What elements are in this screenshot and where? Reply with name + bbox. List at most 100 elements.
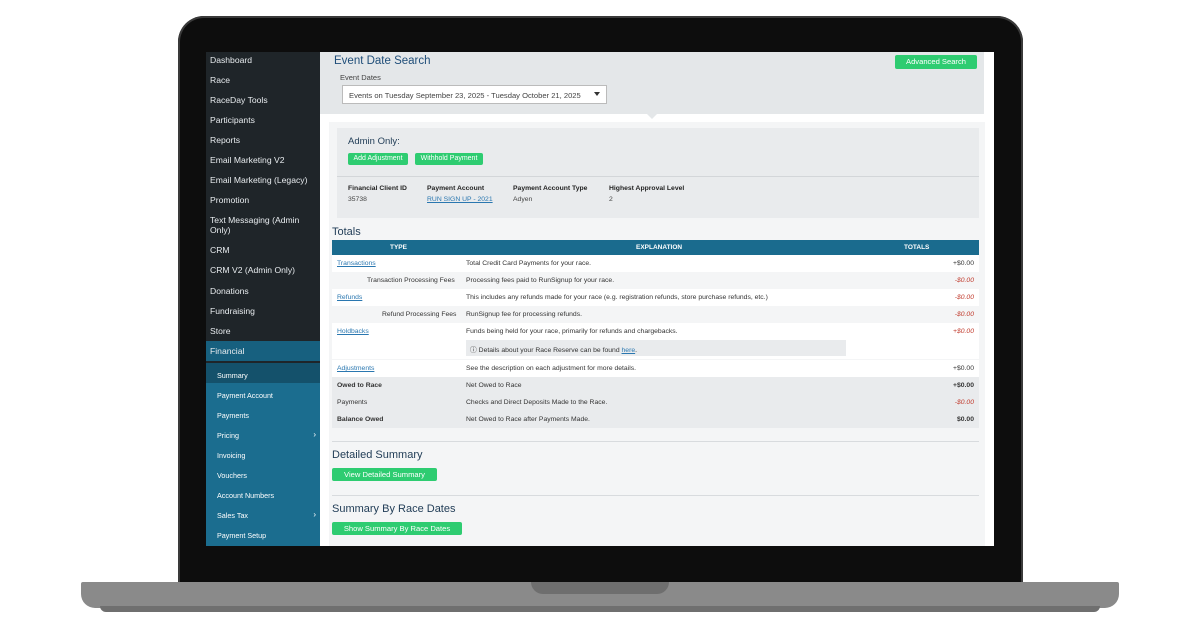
table-row: Payments Checks and Direct Deposits Made… — [332, 394, 979, 411]
event-dates-value: Events on Tuesday September 23, 2025 - T… — [349, 91, 581, 100]
submenu-item-payment-account[interactable]: Payment Account — [217, 391, 317, 400]
search-panel: Event Date Search Event Dates Events on … — [320, 52, 984, 114]
sidebar-item-financial[interactable]: Financial — [210, 346, 320, 356]
row-type-holdbacks[interactable]: Holdbacks — [337, 328, 369, 335]
sidebar: Dashboard Race RaceDay Tools Participant… — [206, 52, 320, 546]
row-total: -$0.00 — [954, 399, 974, 406]
laptop-base-shadow — [100, 606, 1100, 612]
advanced-search-button[interactable]: Advanced Search — [895, 55, 977, 69]
row-type: Owed to Race — [337, 382, 382, 389]
sidebar-item-raceday-tools[interactable]: RaceDay Tools — [210, 95, 320, 105]
row-total: -$0.00 — [954, 277, 974, 284]
table-row: Refund Processing Fees RunSignup fee for… — [332, 306, 979, 323]
column-header-type: TYPE — [390, 244, 407, 251]
sidebar-item-donations[interactable]: Donations — [210, 286, 320, 296]
financial-client-id-value: 35738 — [348, 196, 367, 203]
table-row: Balance Owed Net Owed to Race after Paym… — [332, 411, 979, 428]
chevron-right-icon: › — [313, 510, 316, 519]
table-row: Adjustments See the description on each … — [332, 360, 979, 377]
info-note: ⓘ Details about your Race Reserve can be… — [470, 347, 638, 354]
row-explanation: Net Owed to Race after Payments Made. — [466, 416, 590, 423]
sidebar-item-email-marketing-v2[interactable]: Email Marketing V2 — [210, 155, 320, 165]
add-adjustment-button[interactable]: Add Adjustment — [348, 153, 408, 165]
admin-title: Admin Only: — [348, 136, 400, 147]
screen: Dashboard Race RaceDay Tools Participant… — [206, 52, 994, 546]
highest-approval-level-label: Highest Approval Level — [609, 185, 685, 192]
sidebar-item-reports[interactable]: Reports — [210, 135, 320, 145]
row-explanation: Funds being held for your race, primaril… — [466, 328, 678, 335]
sidebar-item-store[interactable]: Store — [210, 326, 320, 336]
table-row: Owed to Race Net Owed to Race +$0.00 — [332, 377, 979, 394]
laptop-notch — [531, 582, 669, 594]
row-type-refunds[interactable]: Refunds — [337, 294, 362, 301]
detailed-summary-title: Detailed Summary — [332, 449, 423, 461]
financial-client-id-label: Financial Client ID — [348, 185, 407, 192]
sidebar-item-crm-v2[interactable]: CRM V2 (Admin Only) — [210, 265, 320, 275]
financial-submenu: Summary Payment Account Payments Pricing… — [206, 363, 320, 546]
row-total: +$0.00 — [953, 260, 974, 267]
withhold-payment-button[interactable]: Withhold Payment — [415, 153, 483, 165]
table-row: Transaction Processing Fees Processing f… — [332, 272, 979, 289]
totals-title: Totals — [332, 226, 361, 238]
submenu-item-pricing[interactable]: Pricing — [217, 431, 317, 440]
submenu-item-invoicing[interactable]: Invoicing — [217, 451, 317, 460]
panel-pointer — [646, 113, 658, 119]
submenu-item-sales-tax[interactable]: Sales Tax — [217, 511, 317, 520]
chevron-right-icon: › — [313, 430, 316, 439]
sidebar-item-promotion[interactable]: Promotion — [210, 195, 320, 205]
totals-table-header: TYPE EXPLANATION TOTALS — [332, 240, 979, 255]
payment-account-type-label: Payment Account Type — [513, 185, 588, 192]
main-content: Event Date Search Event Dates Events on … — [320, 52, 994, 546]
race-reserve-note: ⓘ Details about your Race Reserve can be… — [466, 340, 846, 356]
sidebar-item-crm[interactable]: CRM — [210, 245, 320, 255]
row-explanation: See the description on each adjustment f… — [466, 365, 637, 372]
chevron-down-icon — [594, 92, 600, 96]
row-type-transactions[interactable]: Transactions — [337, 260, 376, 267]
table-row: Refunds This includes any refunds made f… — [332, 289, 979, 306]
sidebar-item-race[interactable]: Race — [210, 75, 320, 85]
sidebar-item-text-messaging[interactable]: Text Messaging (Admin Only) — [210, 215, 320, 235]
row-explanation: Net Owed to Race — [466, 382, 522, 389]
table-row: Transactions Total Credit Card Payments … — [332, 255, 979, 272]
admin-box: Admin Only: Add Adjustment Withhold Paym… — [337, 128, 979, 218]
row-total: -$0.00 — [954, 294, 974, 301]
payment-account-label: Payment Account — [427, 185, 485, 192]
row-total: +$0.00 — [953, 365, 974, 372]
row-type: Transaction Processing Fees — [367, 277, 455, 284]
event-dates-select[interactable]: Events on Tuesday September 23, 2025 - T… — [342, 85, 607, 104]
row-type: Refund Processing Fees — [382, 311, 457, 318]
highest-approval-level-value: 2 — [609, 196, 613, 203]
submenu-item-vouchers[interactable]: Vouchers — [217, 471, 317, 480]
row-type: Balance Owed — [337, 416, 384, 423]
summary-content: Admin Only: Add Adjustment Withhold Paym… — [329, 122, 985, 546]
sidebar-item-participants[interactable]: Participants — [210, 115, 320, 125]
section-divider — [332, 495, 979, 496]
sidebar-item-dashboard[interactable]: Dashboard — [210, 55, 320, 65]
sidebar-item-email-marketing-legacy[interactable]: Email Marketing (Legacy) — [210, 175, 320, 185]
row-explanation: Checks and Direct Deposits Made to the R… — [466, 399, 608, 406]
row-total: +$0.00 — [953, 382, 974, 389]
event-dates-label: Event Dates — [340, 73, 381, 82]
submenu-item-payments[interactable]: Payments — [217, 411, 317, 420]
submenu-item-payment-setup[interactable]: Payment Setup — [217, 531, 317, 540]
submenu-item-account-numbers[interactable]: Account Numbers — [217, 491, 317, 500]
sidebar-item-fundraising[interactable]: Fundraising — [210, 306, 320, 316]
payment-account-type-value: Adyen — [513, 196, 533, 203]
admin-divider — [337, 176, 979, 177]
payment-account-link[interactable]: RUN SIGN UP - 2021 — [427, 196, 493, 203]
row-explanation: RunSignup fee for processing refunds. — [466, 311, 582, 318]
table-row: Holdbacks Funds being held for your race… — [332, 323, 979, 359]
view-detailed-summary-button[interactable]: View Detailed Summary — [332, 468, 437, 481]
row-total: -$0.00 — [954, 311, 974, 318]
row-total: +$0.00 — [953, 328, 974, 335]
submenu-item-summary[interactable]: Summary — [217, 371, 317, 380]
show-summary-by-race-dates-button[interactable]: Show Summary By Race Dates — [332, 522, 462, 535]
column-header-totals: TOTALS — [904, 244, 930, 251]
row-explanation: Processing fees paid to RunSignup for yo… — [466, 277, 615, 284]
reserve-note-text: ⓘ Details about your Race Reserve can be… — [470, 347, 620, 354]
reserve-here-link[interactable]: here — [622, 347, 636, 354]
row-type-adjustments[interactable]: Adjustments — [337, 365, 374, 372]
column-header-explanation: EXPLANATION — [636, 244, 683, 251]
row-explanation: Total Credit Card Payments for your race… — [466, 260, 592, 267]
row-type: Payments — [337, 399, 368, 406]
